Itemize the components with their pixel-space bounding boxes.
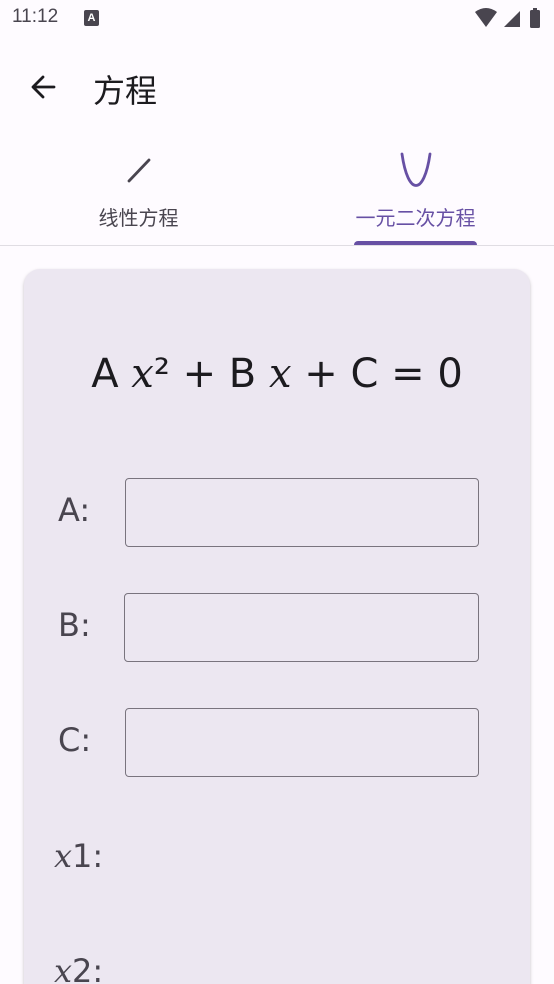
parabola-icon	[277, 150, 554, 190]
equation-var-x: x	[268, 351, 292, 397]
page-title: 方程	[93, 72, 158, 110]
tab-quadratic-equation[interactable]: 一元二次方程	[277, 140, 554, 245]
tab-label: 线性方程	[98, 206, 179, 230]
status-bar: 11:12 A	[0, 0, 554, 38]
back-button[interactable]	[18, 66, 68, 108]
tab-indicator	[354, 241, 477, 245]
tab-bar: 线性方程 一元二次方程	[0, 140, 554, 246]
notification-a-icon: A	[84, 10, 99, 26]
equation-formula: A x² + B x + C = 0	[91, 351, 463, 397]
result-label-x1: x1:	[54, 837, 104, 875]
input-a[interactable]	[125, 478, 479, 547]
wifi-icon	[475, 8, 497, 27]
arrow-back-icon	[31, 75, 56, 99]
input-b[interactable]	[124, 593, 479, 662]
line-icon	[0, 150, 277, 190]
tab-linear-equation[interactable]: 线性方程	[0, 140, 277, 245]
field-label-b: B:	[58, 606, 91, 644]
signal-icon	[504, 11, 520, 27]
tab-label: 一元二次方程	[355, 206, 476, 230]
app-bar: 方程	[0, 40, 554, 132]
quadratic-card: A x² + B x + C = 0 A: B: C: x1: x2:	[24, 269, 530, 984]
field-label-c: C:	[58, 721, 92, 759]
battery-icon	[530, 10, 540, 28]
input-c[interactable]	[125, 708, 479, 777]
status-icons	[475, 8, 540, 28]
equation-var-x: x	[131, 351, 154, 397]
field-label-a: A:	[58, 491, 91, 529]
status-time: 11:12	[12, 6, 59, 27]
result-label-x2: x2:	[54, 952, 104, 984]
